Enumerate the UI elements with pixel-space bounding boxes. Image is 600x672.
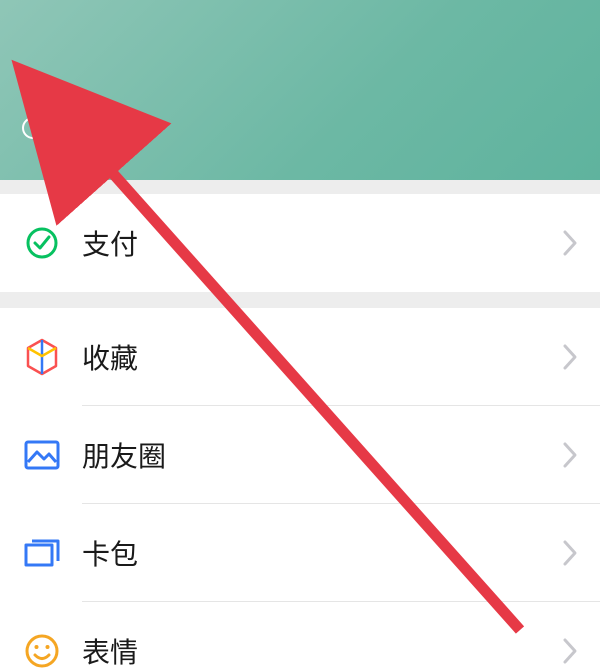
status-ring-icon	[22, 117, 44, 139]
pay-icon	[22, 223, 62, 263]
menu-item-label: 卡包	[62, 533, 562, 573]
menu-item-label: 朋友圈	[62, 435, 562, 475]
moments-icon	[22, 435, 62, 475]
menu-group-1: 支付	[0, 194, 600, 292]
menu-item-favorites[interactable]: 收藏	[0, 308, 600, 406]
menu-item-sticker[interactable]: 表情	[0, 602, 600, 672]
menu-item-cards[interactable]: 卡包	[0, 504, 600, 602]
chevron-right-icon	[562, 229, 578, 257]
menu-item-moments[interactable]: 朋友圈	[0, 406, 600, 504]
menu-group-2: 收藏 朋友圈	[0, 308, 600, 672]
cards-icon	[22, 533, 62, 573]
profile-header: 隐身	[0, 0, 600, 180]
menu-item-pay[interactable]: 支付	[0, 194, 600, 292]
status-indicator[interactable]: 隐身	[22, 109, 106, 146]
sticker-icon	[22, 631, 62, 671]
chevron-right-icon	[562, 441, 578, 469]
favorites-icon	[22, 337, 62, 377]
screen: 隐身 支付	[0, 0, 600, 672]
menu-item-label: 支付	[62, 223, 562, 263]
section-gap	[0, 180, 600, 194]
menu-item-label: 收藏	[62, 337, 562, 377]
chevron-right-icon	[562, 343, 578, 371]
status-label: 隐身	[54, 109, 106, 146]
menu-item-label: 表情	[62, 631, 562, 671]
chevron-right-icon	[562, 637, 578, 665]
chevron-right-icon	[562, 539, 578, 567]
